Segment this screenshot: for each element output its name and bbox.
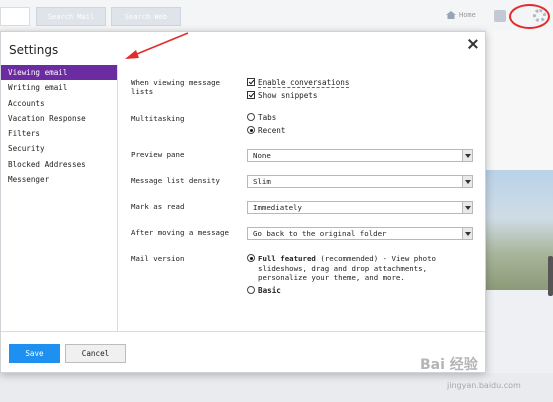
multitasking-label: Multitasking bbox=[131, 114, 185, 123]
watermark: Bai 经验 bbox=[420, 357, 478, 373]
chevron-down-icon bbox=[462, 150, 472, 161]
save-button[interactable]: Save bbox=[9, 344, 60, 363]
nav-item-security[interactable]: Security bbox=[1, 141, 117, 156]
preview-pane-select[interactable]: None bbox=[247, 149, 473, 162]
message-lists-label: When viewing message lists bbox=[131, 78, 220, 96]
full-featured-radio[interactable]: Full featured (recommended) - View photo… bbox=[247, 254, 447, 283]
full-featured-description: slideshows, drag and drop attachments, p… bbox=[258, 263, 428, 283]
scrollbar[interactable] bbox=[548, 256, 553, 296]
basic-radio[interactable]: Basic bbox=[247, 286, 281, 296]
recent-radio[interactable]: Recent bbox=[247, 126, 285, 136]
checkbox-icon bbox=[247, 91, 255, 99]
chevron-down-icon bbox=[462, 202, 472, 213]
chevron-down-icon bbox=[462, 176, 472, 187]
settings-nav: Viewing email Writing email Accounts Vac… bbox=[1, 65, 118, 331]
background-search-input[interactable] bbox=[0, 7, 30, 26]
nav-item-viewing-email[interactable]: Viewing email bbox=[1, 65, 117, 81]
dialog-title: Settings bbox=[9, 43, 59, 57]
background-photo bbox=[486, 170, 553, 290]
tabs-radio[interactable]: Tabs bbox=[247, 113, 276, 123]
mark-read-select[interactable]: Immediately bbox=[247, 201, 473, 214]
search-web-button[interactable]: Search Web bbox=[111, 7, 181, 26]
nav-item-filters[interactable]: Filters bbox=[1, 126, 117, 141]
preview-pane-label: Preview pane bbox=[131, 150, 185, 159]
density-select[interactable]: Slim bbox=[247, 175, 473, 188]
avatar[interactable] bbox=[494, 10, 506, 22]
search-mail-button[interactable]: Search Mail bbox=[36, 7, 106, 26]
watermark-url: jingyan.baidu.com bbox=[447, 381, 521, 390]
nav-item-vacation-response[interactable]: Vacation Response bbox=[1, 111, 117, 126]
mail-version-label: Mail version bbox=[131, 254, 185, 263]
radio-selected-icon bbox=[247, 126, 255, 134]
close-icon[interactable] bbox=[467, 38, 479, 50]
home-link[interactable]: Home bbox=[446, 11, 476, 19]
show-snippets-checkbox[interactable]: Show snippets bbox=[247, 91, 317, 101]
after-moving-label: After moving a message bbox=[131, 228, 229, 237]
checkbox-icon bbox=[247, 78, 255, 86]
density-label: Message list density bbox=[131, 176, 220, 185]
highlight-circle bbox=[509, 4, 550, 29]
mark-read-label: Mark as read bbox=[131, 202, 185, 211]
dialog-footer: Save Cancel bbox=[1, 331, 485, 373]
nav-item-accounts[interactable]: Accounts bbox=[1, 96, 117, 111]
nav-item-messenger[interactable]: Messenger bbox=[1, 172, 117, 187]
enable-conversations-checkbox[interactable]: Enable conversations bbox=[247, 78, 350, 88]
radio-icon bbox=[247, 113, 255, 121]
home-icon bbox=[446, 11, 456, 19]
background-panel bbox=[486, 30, 553, 170]
nav-item-writing-email[interactable]: Writing email bbox=[1, 80, 117, 95]
settings-dialog: Settings Viewing email Writing email Acc… bbox=[0, 31, 486, 373]
radio-selected-icon bbox=[247, 254, 255, 262]
radio-icon bbox=[247, 286, 255, 294]
after-moving-select[interactable]: Go back to the original folder bbox=[247, 227, 473, 240]
nav-item-blocked-addresses[interactable]: Blocked Addresses bbox=[1, 157, 117, 172]
chevron-down-icon bbox=[462, 228, 472, 239]
cancel-button[interactable]: Cancel bbox=[65, 344, 126, 363]
annotation-arrow bbox=[125, 32, 189, 59]
